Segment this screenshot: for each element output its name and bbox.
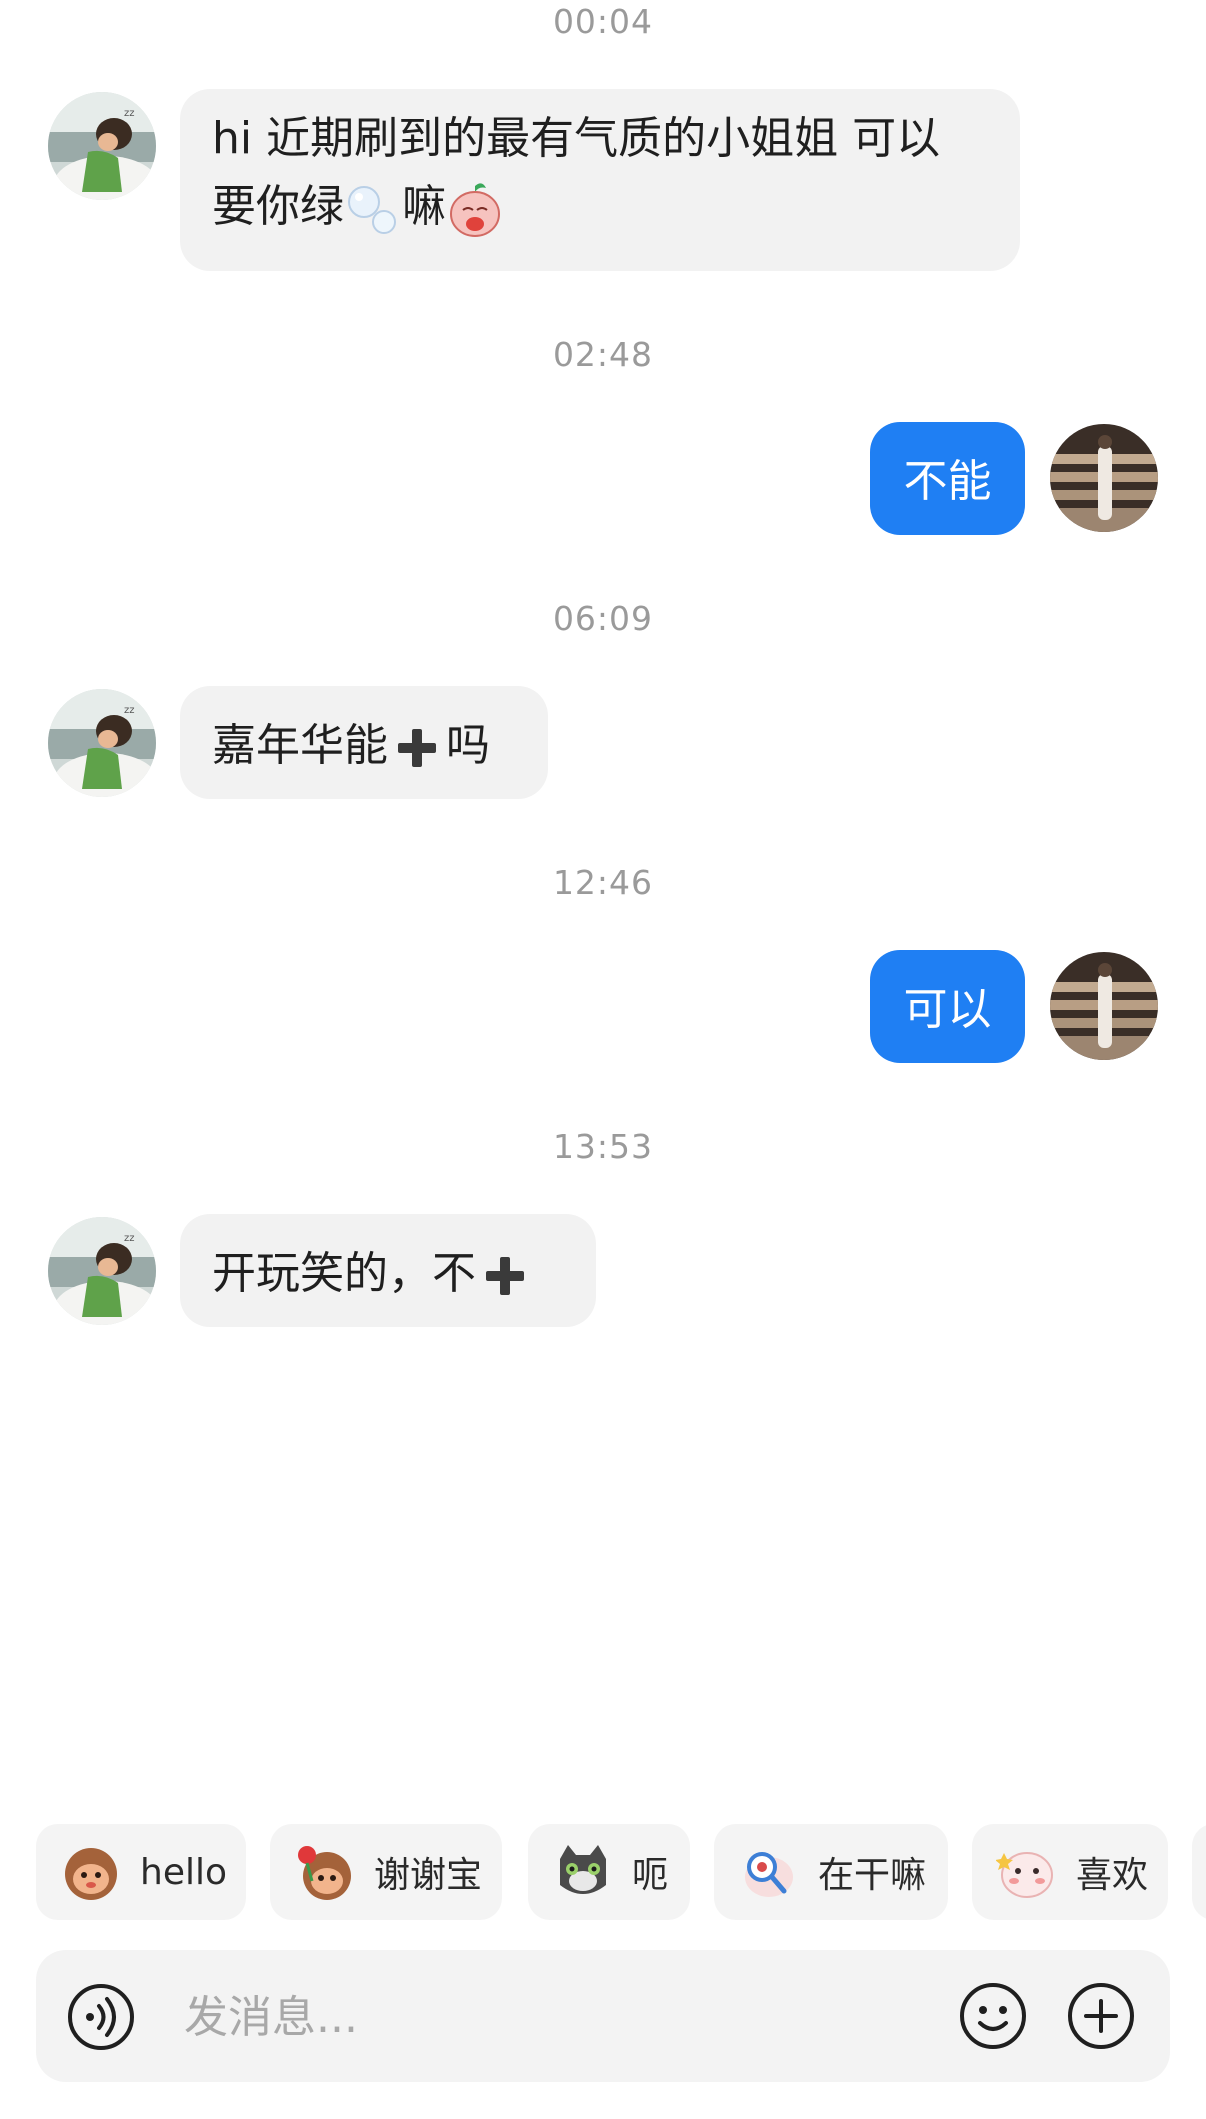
timestamp: 02:48	[552, 335, 654, 374]
plus-emoji-icon	[398, 729, 436, 767]
blush-sticker-icon	[996, 1852, 1053, 1898]
voice-icon[interactable]	[66, 1982, 136, 2052]
outgoing-message-bubble[interactable]: 可以	[870, 950, 1025, 1063]
message-text: 吗	[446, 720, 490, 771]
plus-emoji-icon	[486, 1257, 524, 1295]
message-text: 嘛	[402, 181, 446, 232]
cat-sticker-icon	[560, 1845, 606, 1894]
message-text: 开玩笑的，不	[212, 1248, 476, 1299]
quick-reply-label: 喜欢	[1076, 1855, 1149, 1896]
my-avatar[interactable]	[1050, 424, 1158, 532]
message-text: hi 近期刷到的最有气质的小姐姐 可以	[212, 113, 941, 164]
magnifier-sticker-icon	[745, 1852, 793, 1897]
message-text: 不能	[903, 456, 992, 507]
timestamp: 06:09	[552, 599, 654, 638]
contact-avatar[interactable]	[48, 1217, 156, 1325]
bubbles-emoji-icon	[348, 186, 396, 234]
message-input-bar	[36, 1950, 1170, 2082]
quick-reply-label: 在干嘛	[818, 1855, 927, 1896]
message-text: 嘉年华能	[212, 720, 388, 771]
quick-reply-label: 呃	[632, 1855, 669, 1896]
message-input[interactable]	[182, 1976, 946, 2058]
timestamp: 13:53	[552, 1127, 654, 1166]
message-text: 可以	[903, 984, 992, 1035]
quick-reply-label: hello	[140, 1851, 227, 1893]
contact-avatar[interactable]	[48, 689, 156, 797]
timestamp: 00:04	[552, 2, 654, 41]
quick-reply-thanks[interactable]: 谢谢宝	[270, 1824, 502, 1920]
message-text: 要你绿	[212, 181, 344, 232]
monkey-rose-sticker-icon	[298, 1846, 351, 1900]
quick-reply-more[interactable]	[1192, 1824, 1206, 1920]
quick-reply-bar: hello 谢谢宝 呃 在干嘛 喜欢	[36, 1824, 1206, 1920]
quick-reply-label: 谢谢宝	[374, 1855, 483, 1896]
quick-reply-like[interactable]: 喜欢	[972, 1824, 1168, 1920]
plus-icon[interactable]	[1066, 1981, 1136, 2051]
pleading-emoji-icon	[450, 183, 500, 237]
contact-avatar[interactable]	[48, 92, 156, 200]
quick-reply-er[interactable]: 呃	[528, 1824, 690, 1920]
quick-reply-hello[interactable]: hello	[36, 1824, 246, 1920]
emoji-icon[interactable]	[958, 1981, 1028, 2051]
incoming-message-bubble[interactable]: 嘉年华能 吗	[180, 686, 548, 799]
my-avatar[interactable]	[1050, 952, 1158, 1060]
monkey-sticker-icon	[65, 1848, 117, 1900]
outgoing-message-bubble[interactable]: 不能	[870, 422, 1025, 535]
incoming-message-bubble[interactable]: hi 近期刷到的最有气质的小姐姐 可以 要你绿 嘛	[180, 89, 1020, 271]
quick-reply-whatsup[interactable]: 在干嘛	[714, 1824, 948, 1920]
timestamp: 12:46	[552, 863, 654, 902]
incoming-message-bubble[interactable]: 开玩笑的，不	[180, 1214, 596, 1327]
